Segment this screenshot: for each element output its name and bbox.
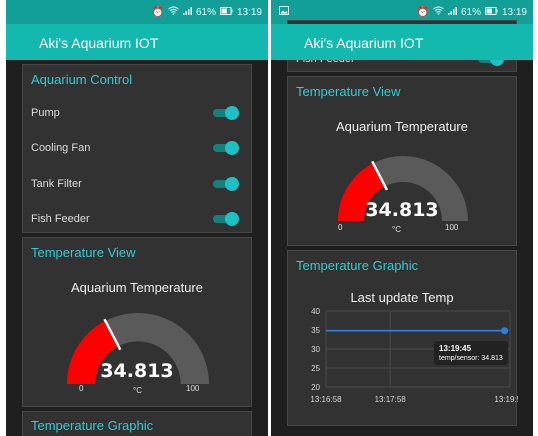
- aquarium-control-panel: Aquarium Control Pump Cooling Fan Tank F…: [22, 64, 252, 233]
- x-tick-label: 13:17:58: [375, 395, 407, 404]
- status-bar: ⏰ 61% 13:19: [6, 0, 268, 24]
- gauge-max-label: 100: [186, 384, 200, 393]
- signal-icon: [182, 6, 192, 18]
- gauge-value: 34.813: [365, 199, 439, 221]
- temperature-graphic-panel: Temperature Graphic: [22, 411, 252, 436]
- temperature-view-panel: Temperature View Aquarium Temperature 34…: [287, 76, 517, 246]
- gauge-value: 34.813: [100, 360, 174, 382]
- gauge-unit: °C: [133, 386, 142, 395]
- pump-label: Pump: [31, 107, 60, 119]
- tooltip-time: 13:19:45: [439, 344, 472, 353]
- battery-percent: 61%: [195, 6, 216, 18]
- chart-title: Last update Temp: [350, 290, 454, 305]
- tooltip-text: temp/sensor: 34.813: [439, 355, 503, 362]
- gauge-title: Aquarium Temperature: [336, 119, 468, 134]
- gauge-title: Aquarium Temperature: [71, 280, 203, 295]
- tank-filter-toggle[interactable]: [213, 177, 239, 191]
- y-tick-label: 30: [311, 345, 320, 354]
- gauge-max-label: 100: [445, 223, 459, 232]
- panel-title: Temperature View: [31, 245, 136, 260]
- x-tick-label: 13:19:50: [494, 395, 518, 404]
- panel-title: Aquarium Control: [31, 72, 133, 87]
- fish-feeder-label: Fish Feeder: [31, 213, 90, 225]
- clock-time: 13:19: [501, 6, 527, 18]
- signal-icon: [447, 6, 457, 18]
- pump-toggle[interactable]: [213, 106, 239, 120]
- data-point: [501, 327, 509, 335]
- x-tick-label: 13:16:58: [310, 395, 342, 404]
- app-bar-overlay: Aki's Aquarium IOT: [271, 24, 533, 60]
- y-tick-label: 25: [311, 364, 320, 373]
- wifi-icon: [433, 6, 444, 18]
- app-bar: Aki's Aquarium IOT: [6, 24, 268, 60]
- panel-title: Temperature View: [296, 84, 401, 99]
- clock-time: 13:19: [236, 6, 262, 18]
- chart-tooltip: 13:19:45 temp/sensor: 34.813: [434, 341, 508, 365]
- image-notification-icon: [279, 6, 289, 18]
- app-title: Aki's Aquarium IOT: [304, 35, 424, 51]
- alarm-icon: ⏰: [416, 6, 429, 18]
- phone-screen-right: ⏰ 61% 13:19 Aki's Aquarium IOT Fish Feed…: [271, 0, 533, 436]
- battery-percent: 61%: [460, 6, 481, 18]
- fish-feeder-toggle[interactable]: [213, 212, 239, 226]
- panel-title: Temperature Graphic: [296, 258, 419, 273]
- phone-screen-left: ⏰ 61% 13:19 Aki's Aquarium IOT Aquarium …: [6, 0, 268, 436]
- gauge-min-label: 0: [79, 384, 84, 393]
- cooling-fan-label: Cooling Fan: [31, 142, 91, 154]
- battery-icon: [484, 6, 498, 18]
- temperature-view-panel: Temperature View Aquarium Temperature 34…: [22, 237, 252, 407]
- panel-title: Temperature Graphic: [31, 418, 154, 433]
- wifi-icon: [168, 6, 179, 18]
- alarm-icon: ⏰: [151, 6, 164, 18]
- temperature-graphic-panel: Temperature Graphic Last update Temp 20 2…: [287, 250, 518, 426]
- cooling-fan-toggle[interactable]: [213, 141, 239, 155]
- battery-icon: [219, 6, 233, 18]
- app-title: Aki's Aquarium IOT: [39, 35, 159, 51]
- y-tick-label: 40: [311, 307, 320, 316]
- y-tick-label: 35: [311, 326, 320, 335]
- gauge-unit: °C: [392, 225, 401, 234]
- gauge-min-label: 0: [338, 223, 343, 232]
- y-tick-label: 20: [311, 383, 320, 392]
- tank-filter-label: Tank Filter: [31, 178, 82, 190]
